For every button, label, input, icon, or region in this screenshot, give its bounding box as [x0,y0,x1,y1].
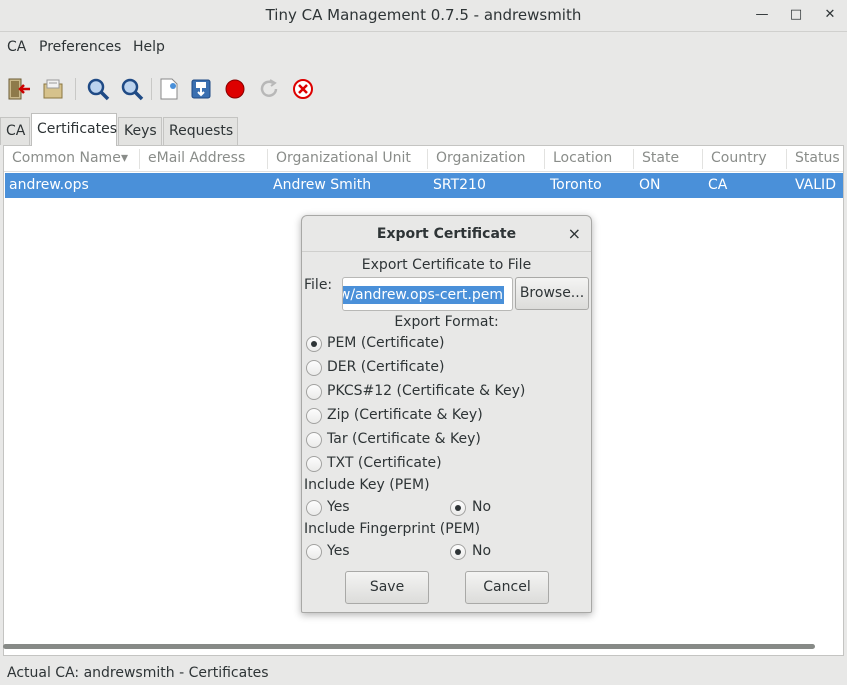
include-fp-no-label: No [472,543,492,559]
menu-ca[interactable]: CA [7,39,26,55]
search-icon[interactable] [119,76,145,102]
dialog-heading: Export Certificate to File [361,257,532,273]
col-org-unit[interactable]: Organizational Unit [276,150,411,166]
col-country[interactable]: Country [711,150,767,166]
include-fingerprint-label: Include Fingerprint (PEM) [304,521,481,537]
cell-organization: SRT210 [433,177,486,193]
revoke-icon[interactable] [222,76,248,102]
horizontal-scrollbar[interactable] [3,644,815,649]
format-label-txt: TXT (Certificate) [327,455,442,471]
format-radio-txt[interactable] [306,456,322,472]
cell-location: Toronto [550,177,602,193]
cell-org-unit: Andrew Smith [273,177,372,193]
notebook-tabs: CA Certificates Keys Requests [0,113,847,146]
format-radio-pem[interactable] [306,336,322,352]
window-title: Tiny CA Management 0.7.5 - andrewsmith [265,6,582,24]
format-label-tar: Tar (Certificate & Key) [327,431,481,447]
minimize-button[interactable]: — [750,4,774,26]
menubar: CA Preferences Help [0,33,847,63]
open-ca-icon[interactable] [40,76,66,102]
cell-country: CA [708,177,728,193]
col-organization[interactable]: Organization [436,150,526,166]
dialog-title: Export Certificate [376,226,517,242]
include-key-no-radio[interactable] [450,500,466,516]
col-location[interactable]: Location [553,150,612,166]
format-label-der: DER (Certificate) [327,359,445,375]
cell-state: ON [639,177,661,193]
export-certificate-dialog: Export Certificate × Export Certificate … [301,215,592,613]
include-fp-yes-label: Yes [327,543,350,559]
col-email[interactable]: eMail Address [148,150,245,166]
include-key-label: Include Key (PEM) [304,477,430,493]
tab-ca[interactable]: CA [0,117,30,145]
dialog-close-icon[interactable]: × [568,224,581,243]
format-radio-zip[interactable] [306,408,322,424]
table-header: Common Name ▾ eMail Address Organization… [4,146,843,172]
export-format-label: Export Format: [394,314,499,330]
include-fp-no-radio[interactable] [450,544,466,560]
exit-icon[interactable] [6,76,32,102]
format-radio-tar[interactable] [306,432,322,448]
cell-status: VALID [795,177,836,193]
cell-common-name: andrew.ops [9,177,89,193]
status-bar: Actual CA: andrewsmith - Certificates [7,665,269,681]
new-doc-icon[interactable] [156,76,182,102]
sort-indicator-icon: ▾ [121,150,129,166]
import-icon[interactable] [188,76,214,102]
format-label-zip: Zip (Certificate & Key) [327,407,483,423]
table-row[interactable]: andrew.ops Andrew Smith SRT210 Toronto O… [5,173,843,198]
col-common-name[interactable]: Common Name [12,150,121,166]
col-status[interactable]: Status [795,150,840,166]
include-key-yes-label: Yes [327,499,350,515]
maximize-button[interactable]: □ [784,4,808,26]
include-key-no-label: No [472,499,492,515]
format-radio-der[interactable] [306,360,322,376]
cancel-button[interactable]: Cancel [465,571,549,604]
view-icon[interactable] [85,76,111,102]
delete-icon[interactable] [290,76,316,102]
col-state[interactable]: State [642,150,679,166]
format-radio-pkcs12[interactable] [306,384,322,400]
file-path-selection: ew/andrew.ops-cert.pem [343,286,504,304]
menu-help[interactable]: Help [133,39,165,55]
include-fp-yes-radio[interactable] [306,544,322,560]
close-window-button[interactable]: ✕ [818,4,842,26]
file-path-input[interactable]: ew/andrew.ops-cert.pem [342,277,513,311]
menu-preferences[interactable]: Preferences [39,39,121,55]
tab-requests[interactable]: Requests [163,117,238,145]
tab-keys[interactable]: Keys [118,117,162,145]
format-label-pkcs12: PKCS#12 (Certificate & Key) [327,383,526,399]
window-titlebar: Tiny CA Management 0.7.5 - andrewsmith —… [0,0,847,32]
browse-button[interactable]: Browse... [515,277,589,310]
dialog-titlebar: Export Certificate × [302,216,591,252]
save-button[interactable]: Save [345,571,429,604]
toolbar [0,70,847,108]
renew-icon[interactable] [256,76,282,102]
format-label-pem: PEM (Certificate) [327,335,445,351]
tab-certificates[interactable]: Certificates [31,113,117,146]
include-key-yes-radio[interactable] [306,500,322,516]
file-label: File: [304,277,333,293]
